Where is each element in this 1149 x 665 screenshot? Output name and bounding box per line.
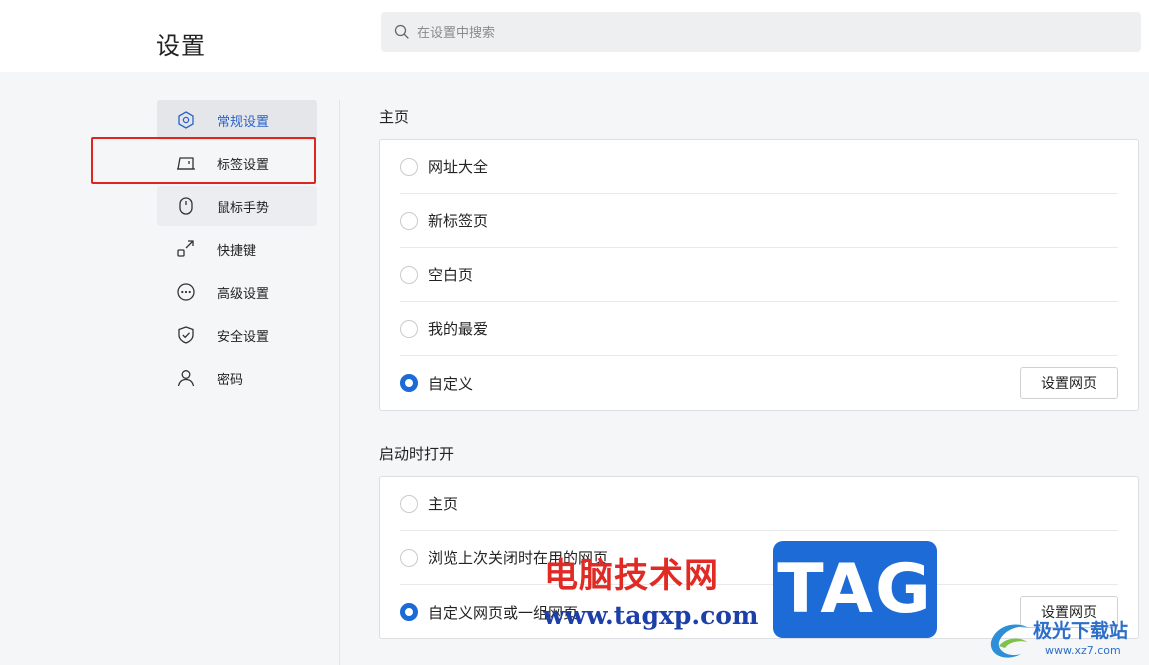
sidebar-divider — [339, 100, 340, 665]
radio-button[interactable] — [400, 319, 418, 338]
option-label: 网址大全 — [428, 159, 489, 176]
sidebar-item-label: 常规设置 — [217, 113, 270, 129]
sidebar-item-advanced[interactable]: 高级设置 — [157, 272, 317, 312]
sidebar-item-label: 安全设置 — [217, 328, 270, 344]
startup-section-title: 启动时打开 — [379, 446, 455, 463]
watermark-logo-url: www.xz7.com — [1045, 644, 1121, 657]
more-dots-icon — [176, 282, 196, 302]
homepage-option-custom[interactable]: 自定义 设置网页 — [400, 356, 1118, 410]
radio-button[interactable] — [400, 157, 418, 176]
search-box[interactable] — [381, 12, 1141, 52]
top-bar: 设置 — [0, 0, 1149, 72]
option-label: 新标签页 — [428, 213, 489, 230]
sidebar-item-label: 高级设置 — [217, 285, 270, 301]
sidebar-item-label: 快捷键 — [217, 242, 257, 258]
search-input[interactable] — [417, 24, 1117, 40]
radio-button[interactable] — [400, 548, 418, 567]
sidebar-item-security[interactable]: 安全设置 — [157, 315, 317, 355]
startup-option[interactable]: 主页 — [400, 477, 1118, 531]
hexagon-gear-icon — [176, 110, 196, 130]
option-label: 主页 — [428, 496, 459, 513]
watermark-site-name: 电脑技术网 — [544, 556, 719, 596]
sidebar-item-passwords[interactable]: 密码 — [157, 358, 317, 398]
search-icon — [393, 23, 411, 41]
radio-button-checked[interactable] — [400, 603, 418, 621]
sidebar-item-general[interactable]: 常规设置 — [157, 100, 317, 140]
radio-button-checked[interactable] — [400, 374, 418, 392]
sidebar-item-mouse-gestures[interactable]: 鼠标手势 — [157, 186, 317, 226]
homepage-option[interactable]: 我的最爱 — [400, 302, 1118, 356]
annotation-highlight-box — [91, 137, 316, 184]
radio-button[interactable] — [400, 265, 418, 284]
page-title: 设置 — [156, 33, 206, 60]
sidebar-item-label: 密码 — [217, 371, 244, 387]
watermark-site-url: www.tagxp.com — [543, 601, 759, 630]
shield-check-icon — [176, 325, 196, 345]
option-label: 自定义 — [428, 375, 474, 393]
sidebar-item-shortcuts[interactable]: 快捷键 — [157, 229, 317, 269]
user-icon — [176, 368, 196, 388]
sidebar-item-label: 鼠标手势 — [217, 199, 270, 215]
watermark-tag-badge: TAG — [773, 541, 937, 638]
option-label: 我的最爱 — [428, 321, 489, 338]
shortcut-icon — [176, 239, 196, 259]
set-homepage-button[interactable]: 设置网页 — [1020, 367, 1118, 399]
option-label: 空白页 — [428, 267, 474, 284]
radio-button[interactable] — [400, 211, 418, 230]
homepage-option[interactable]: 空白页 — [400, 248, 1118, 302]
startup-option[interactable]: 浏览上次关闭时在用的网页 — [400, 531, 1118, 585]
homepage-options-card: 网址大全 新标签页 空白页 我的最爱 自定义 设置网页 — [379, 139, 1139, 411]
homepage-option[interactable]: 网址大全 — [400, 140, 1118, 194]
mouse-icon — [176, 196, 196, 216]
homepage-section-title: 主页 — [379, 109, 410, 126]
watermark-logo-name: 极光下载站 — [1033, 620, 1129, 642]
radio-button[interactable] — [400, 494, 418, 513]
homepage-option[interactable]: 新标签页 — [400, 194, 1118, 248]
